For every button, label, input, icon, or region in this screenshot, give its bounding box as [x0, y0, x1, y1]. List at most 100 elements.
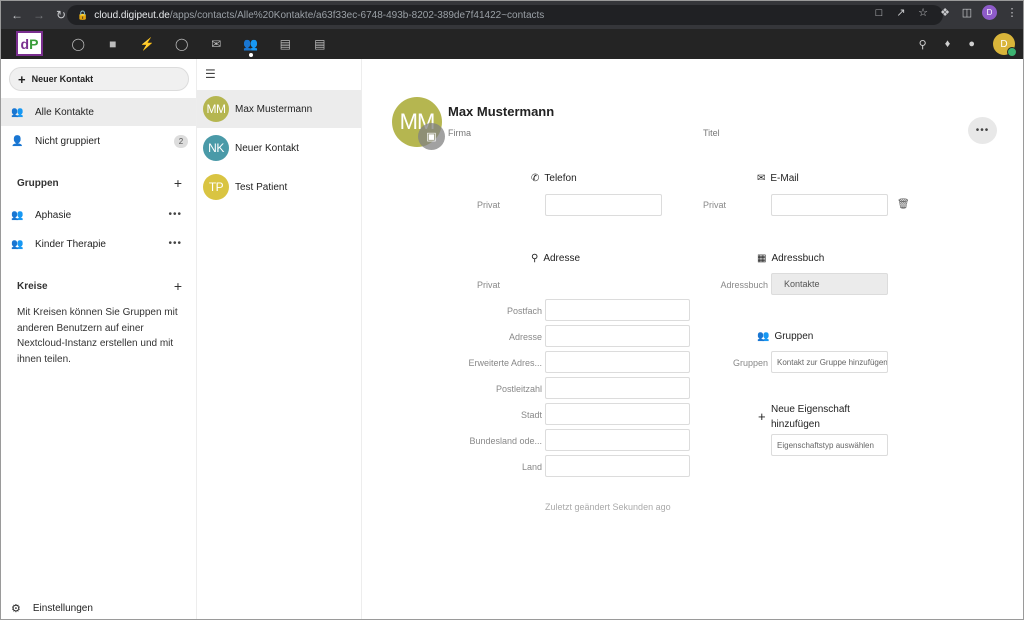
address-field-label: Adresse	[508, 332, 542, 342]
postfach-input[interactable]	[545, 299, 690, 321]
contact-name: Test Patient	[235, 181, 288, 193]
group-actions-icon[interactable]: •••	[168, 238, 182, 249]
user-avatar[interactable]: D	[993, 33, 1017, 57]
city-input[interactable]	[545, 403, 690, 425]
notifications-bell-icon[interactable]: ♦	[945, 38, 951, 50]
people-icon: 👥	[11, 209, 24, 221]
address-field-label: Postfach	[506, 306, 542, 316]
address-field-label: Erweiterte Adres...	[468, 358, 542, 368]
people-icon: 👥	[757, 331, 770, 342]
address-field-label: Land	[521, 462, 542, 472]
calendar-icon[interactable]: ▤	[268, 29, 303, 59]
back-arrow-icon[interactable]: ←	[7, 5, 27, 25]
forward-arrow-icon[interactable]: →	[29, 5, 49, 25]
add-property-plus-icon[interactable]: +	[758, 409, 766, 424]
people-icon: 👥	[11, 106, 24, 118]
envelope-icon: ✉	[757, 173, 766, 184]
browser-profile-avatar[interactable]: D	[982, 5, 997, 20]
url-path: /apps/contacts/Alle%20Kontakte/a63f33ec-…	[169, 9, 545, 21]
new-contact-button[interactable]: + Neuer Kontakt	[9, 67, 189, 91]
ungrouped-count-badge: 2	[174, 135, 188, 148]
nav-item-ungrouped[interactable]: 👤 Nicht gruppiert 2	[1, 127, 196, 155]
street-input[interactable]	[545, 325, 690, 347]
address-field-label: Bundesland ode...	[469, 436, 542, 446]
book-icon: ▦	[757, 253, 767, 264]
nav-item-all-contacts[interactable]: 👥 Alle Kontakte	[1, 98, 196, 126]
mail-envelope-icon[interactable]: ✉	[199, 29, 234, 59]
contacts-people-icon[interactable]: 👥	[234, 29, 269, 59]
browser-toolbar: ← → ↻ 🔒 cloud.digipeut.de/apps/contacts/…	[1, 1, 1023, 29]
address-bar[interactable]: 🔒 cloud.digipeut.de/apps/contacts/Alle%2…	[67, 5, 943, 25]
phone-input[interactable]	[545, 194, 662, 216]
property-type-select[interactable]	[771, 434, 888, 456]
browser-menu-icon[interactable]: ⋮	[1005, 6, 1019, 20]
talk-bubble-icon[interactable]: ◯	[165, 29, 200, 59]
address-field-label: Stadt	[520, 410, 542, 420]
contact-details: MM ▣ Max Mustermann Firma Titel ••• ✆ Te…	[362, 59, 1023, 619]
trash-icon[interactable]: 🗑	[897, 199, 910, 210]
phone-type-label[interactable]: Privat	[460, 200, 500, 210]
extensions-puzzle-icon[interactable]: ❖	[938, 6, 952, 20]
last-modified-text: Zuletzt geändert Sekunden ago	[545, 502, 671, 512]
groups-section-header: 👥 Gruppen	[757, 331, 813, 342]
contact-name: Neuer Kontakt	[235, 142, 299, 154]
sidepanel-icon[interactable]: ◫	[960, 6, 974, 20]
group-actions-icon[interactable]: •••	[168, 209, 182, 220]
app-logo[interactable]: dP	[16, 31, 43, 56]
install-app-icon[interactable]: □	[872, 6, 886, 20]
activity-bolt-icon[interactable]: ⚡	[130, 29, 165, 59]
camera-icon[interactable]: ▣	[418, 123, 445, 150]
hamburger-menu-icon[interactable]: ☰	[205, 67, 216, 81]
addressbook-select[interactable]: Kontakte	[771, 273, 888, 295]
share-icon[interactable]: ↗	[894, 6, 908, 20]
circles-section-header: Kreise	[17, 281, 48, 292]
company-field[interactable]: Firma	[448, 128, 471, 138]
title-field[interactable]: Titel	[703, 128, 720, 138]
plus-icon: +	[18, 71, 26, 87]
add-group-plus-icon[interactable]: +	[174, 175, 182, 191]
contact-avatar: NK	[203, 135, 229, 161]
url-host: cloud.digipeut.de	[94, 9, 170, 21]
more-actions-button[interactable]: •••	[968, 117, 997, 144]
postal-code-input[interactable]	[545, 377, 690, 399]
app-header: dP ◯ ■ ⚡ ◯ ✉ 👥 ▤ ▤ ⚲ ♦ ● D	[1, 29, 1023, 59]
groups-input[interactable]	[771, 351, 888, 373]
email-input[interactable]	[771, 194, 888, 216]
groups-label: Gruppen	[732, 358, 768, 368]
state-input[interactable]	[545, 429, 690, 451]
address-type-label[interactable]: Privat	[460, 280, 500, 290]
settings-button[interactable]: ⚙ Einstellungen	[11, 602, 93, 615]
contact-list-item[interactable]: TP Test Patient	[197, 168, 361, 206]
logo-letter-p: P	[29, 35, 39, 52]
addressbook-section-header: ▦ Adressbuch	[757, 253, 824, 264]
phone-icon: ✆	[531, 173, 540, 184]
nav-item-group-kinder-therapie[interactable]: 👥 Kinder Therapie •••	[1, 230, 196, 258]
contact-full-name[interactable]: Max Mustermann	[448, 104, 554, 119]
contact-avatar: MM	[203, 96, 229, 122]
address-section-header: ⚲ Adresse	[531, 253, 580, 264]
circles-description: Mit Kreisen können Sie Gruppen mit ander…	[17, 307, 178, 365]
country-input[interactable]	[545, 455, 690, 477]
add-circle-plus-icon[interactable]: +	[174, 278, 182, 294]
address-header-label: Adresse	[543, 253, 581, 264]
bookmark-star-icon[interactable]: ☆	[916, 6, 930, 20]
extended-address-input[interactable]	[545, 351, 690, 373]
nav-item-label: Nicht gruppiert	[35, 135, 101, 147]
contacts-menu-icon[interactable]: ●	[968, 38, 975, 50]
deck-archive-icon[interactable]: ▤	[303, 29, 338, 59]
nav-item-group-aphasie[interactable]: 👥 Aphasie •••	[1, 201, 196, 229]
contact-list: ☰ MM Max Mustermann NK Neuer Kontakt TP …	[197, 59, 362, 619]
search-icon[interactable]: ⚲	[919, 38, 927, 51]
contact-name: Max Mustermann	[235, 103, 313, 115]
contacts-navigation: + Neuer Kontakt 👥 Alle Kontakte 👤 Nicht …	[1, 59, 197, 619]
nav-item-label: Alle Kontakte	[35, 106, 94, 118]
new-contact-label: Neuer Kontakt	[31, 74, 94, 84]
files-folder-icon[interactable]: ■	[96, 29, 131, 59]
email-type-label[interactable]: Privat	[686, 200, 726, 210]
online-status-dot	[1007, 47, 1017, 57]
contact-avatar: TP	[203, 174, 229, 200]
app-window: ← → ↻ 🔒 cloud.digipeut.de/apps/contacts/…	[0, 0, 1024, 620]
contact-list-item[interactable]: MM Max Mustermann	[197, 90, 361, 128]
contact-list-item[interactable]: NK Neuer Kontakt	[197, 129, 361, 167]
dashboard-circle-icon[interactable]: ◯	[61, 29, 96, 59]
